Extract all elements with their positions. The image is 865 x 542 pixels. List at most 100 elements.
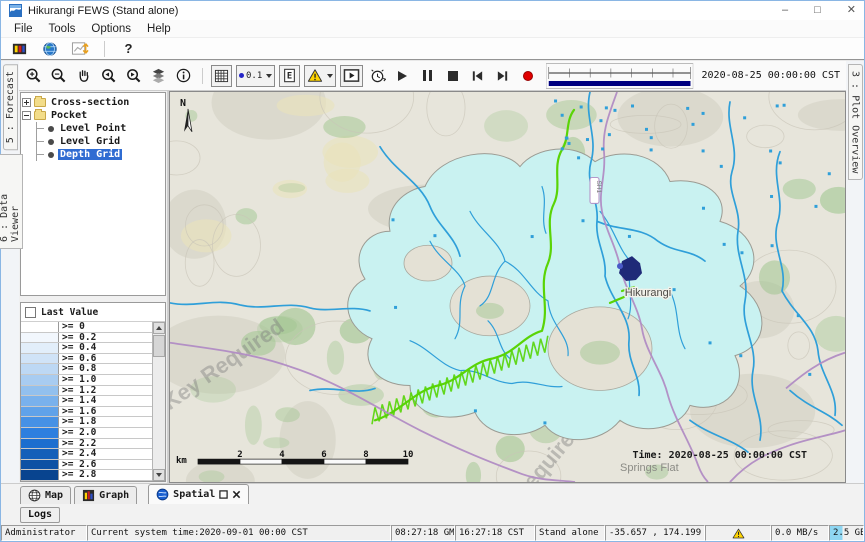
tab-data-viewer[interactable]: 6 : Data Viewer bbox=[0, 154, 23, 249]
maximize-button[interactable]: □ bbox=[814, 5, 821, 16]
forest-patch bbox=[484, 110, 528, 142]
legend-row[interactable]: >= 2.0 bbox=[21, 428, 152, 439]
tab-spatial[interactable]: Spatial bbox=[148, 484, 249, 504]
gauge-dot bbox=[771, 244, 774, 247]
collapse-icon[interactable] bbox=[22, 111, 31, 120]
legend-color-swatch bbox=[21, 439, 59, 449]
tree-item-pocket[interactable]: Pocket bbox=[22, 109, 164, 122]
timeseries-dialog-button[interactable] bbox=[69, 38, 91, 60]
expand-icon[interactable] bbox=[22, 98, 31, 107]
grid-overlay-button[interactable] bbox=[211, 65, 232, 87]
pan-button[interactable] bbox=[73, 65, 94, 87]
scrollbar-thumb[interactable] bbox=[153, 335, 165, 357]
bottom-tabbar: Map Graph Spatial bbox=[1, 483, 864, 504]
explorer-button[interactable] bbox=[9, 38, 30, 60]
info-button[interactable] bbox=[173, 65, 194, 87]
gauge-dot bbox=[433, 234, 436, 237]
menu-tools[interactable]: Tools bbox=[42, 22, 83, 36]
maximize-panel-button[interactable] bbox=[219, 490, 228, 499]
town-label: Hikurangi bbox=[625, 287, 671, 299]
layers-button[interactable] bbox=[148, 65, 169, 87]
legend-color-swatch bbox=[21, 375, 59, 385]
timeline-slider[interactable] bbox=[546, 63, 693, 89]
local-time-cell: 16:27:18 CST bbox=[455, 525, 535, 541]
bullet-icon bbox=[48, 152, 54, 158]
gauge-dot bbox=[474, 409, 477, 412]
animation-panel-button[interactable] bbox=[340, 65, 363, 87]
legend-row[interactable]: >= 1.0 bbox=[21, 375, 152, 386]
tree-item-level-grid[interactable]: Level Grid bbox=[37, 135, 164, 148]
tab-map-label: Map bbox=[45, 490, 63, 501]
system-status-cell[interactable] bbox=[705, 525, 771, 541]
toolbar-separator bbox=[202, 68, 203, 84]
left-panel: Cross-section Pocket Level Point bbox=[19, 91, 169, 483]
tab-map[interactable]: Map bbox=[20, 486, 71, 504]
tab-forecast[interactable]: 5 : Forecast bbox=[3, 64, 18, 150]
scroll-down-button[interactable] bbox=[153, 469, 165, 481]
tab-graph-label: Graph bbox=[99, 490, 129, 501]
scroll-up-button[interactable] bbox=[153, 322, 165, 334]
road-shield-label: SH1 bbox=[595, 181, 602, 194]
forest-patch bbox=[245, 405, 262, 444]
svg-text:E: E bbox=[287, 72, 292, 82]
gauge-dot bbox=[631, 104, 634, 107]
legend-color-swatch bbox=[21, 417, 59, 427]
dot-icon bbox=[239, 73, 244, 78]
forest-patch bbox=[263, 437, 289, 448]
zoom-in-button[interactable] bbox=[23, 65, 44, 87]
gauge-dot bbox=[673, 288, 676, 291]
tree-item-depth-grid[interactable]: Depth Grid bbox=[37, 148, 164, 161]
tree-item-label-selected: Depth Grid bbox=[58, 149, 122, 160]
menu-help[interactable]: Help bbox=[140, 22, 178, 36]
menu-options[interactable]: Options bbox=[84, 22, 138, 36]
gauge-dot bbox=[743, 116, 746, 119]
menu-file[interactable]: File bbox=[7, 22, 40, 36]
panel-splitter[interactable] bbox=[19, 297, 167, 301]
first-frame-button[interactable] bbox=[467, 65, 488, 87]
gauge-dot bbox=[581, 219, 584, 222]
tab-plot-overview[interactable]: 3 : Plot Overview bbox=[848, 64, 863, 180]
map-display-button[interactable] bbox=[39, 38, 60, 60]
zoom-out-button[interactable] bbox=[48, 65, 69, 87]
logs-button[interactable]: Logs bbox=[20, 507, 60, 523]
tab-graph[interactable]: Graph bbox=[74, 486, 137, 504]
play-button[interactable] bbox=[392, 65, 413, 87]
record-button[interactable] bbox=[517, 65, 538, 87]
zoom-next-button[interactable] bbox=[123, 65, 144, 87]
toolbar-separator bbox=[104, 41, 105, 57]
pause-button[interactable] bbox=[417, 65, 438, 87]
stop-button[interactable] bbox=[442, 65, 463, 87]
gauge-dot bbox=[702, 112, 705, 115]
tree-item-cross-section[interactable]: Cross-section bbox=[22, 96, 164, 109]
tree-connector bbox=[37, 154, 44, 155]
last-value-checkbox[interactable] bbox=[25, 307, 36, 318]
legend-scrollbar[interactable] bbox=[152, 322, 165, 481]
triangle-down-icon bbox=[156, 473, 162, 477]
skip-back-icon bbox=[470, 69, 485, 83]
animation-settings-button[interactable] bbox=[367, 65, 388, 87]
map-canvas[interactable]: API Key Required API Key Required bbox=[169, 91, 846, 483]
tree-item-level-point[interactable]: Level Point bbox=[37, 122, 164, 135]
last-frame-button[interactable] bbox=[492, 65, 513, 87]
thresholds-dropdown[interactable] bbox=[304, 65, 336, 87]
globe-icon bbox=[42, 41, 58, 57]
gauge-dot bbox=[828, 172, 831, 175]
gauge-dot bbox=[770, 195, 773, 198]
close-button[interactable]: ✕ bbox=[847, 5, 856, 16]
legend-toggle-button[interactable]: E bbox=[279, 65, 300, 87]
forest-patch bbox=[275, 407, 300, 422]
zoom-previous-button[interactable] bbox=[98, 65, 119, 87]
contour-interval-dropdown[interactable]: 0.1 bbox=[236, 65, 275, 87]
gauge-dot bbox=[650, 136, 653, 139]
help-button[interactable]: ? bbox=[118, 38, 139, 60]
minimize-button[interactable]: – bbox=[782, 5, 788, 16]
close-panel-button[interactable] bbox=[232, 490, 241, 499]
forest-patch bbox=[235, 208, 257, 224]
legend-color-swatch bbox=[21, 322, 59, 332]
legend-row-label: >= 1.0 bbox=[59, 375, 152, 385]
legend-row[interactable]: >= 0 bbox=[21, 322, 152, 333]
system-time-cell: Current system time:2020-09-01 00:00 CST bbox=[87, 525, 391, 541]
tree-children: Level Point Level Grid Depth Grid bbox=[36, 122, 164, 161]
scale-tick: 10 bbox=[403, 450, 414, 460]
tree-item-label: Cross-section bbox=[49, 97, 131, 108]
